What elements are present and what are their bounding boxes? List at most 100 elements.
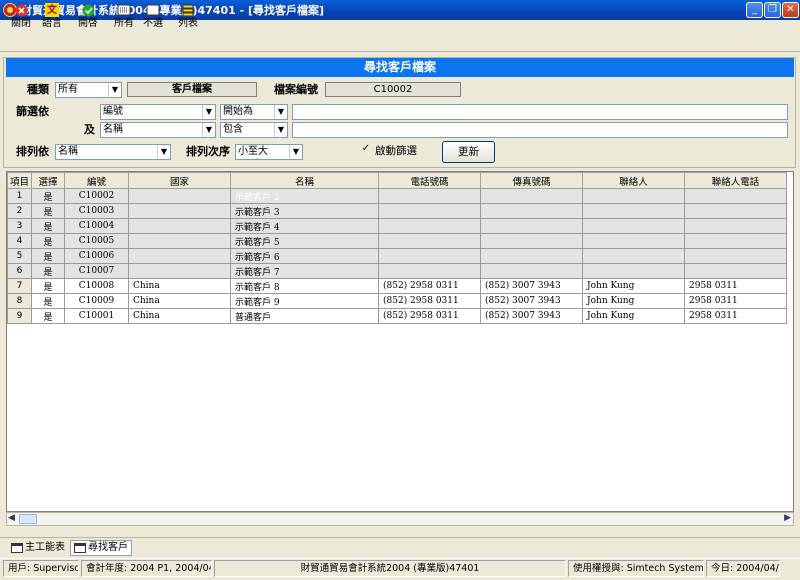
table-cell[interactable]: 2958 0311 — [684, 293, 787, 309]
table-cell[interactable] — [480, 248, 583, 264]
table-cell[interactable]: 示範客戶 4 — [230, 218, 379, 234]
scroll-left-icon[interactable]: ◀ — [8, 513, 15, 523]
table-cell[interactable]: John Kung — [582, 278, 685, 294]
table-cell[interactable]: 是 — [31, 188, 65, 204]
language-button[interactable]: 文 語言 — [39, 3, 65, 31]
table-cell[interactable] — [684, 188, 787, 204]
table-cell[interactable]: 是 — [31, 308, 65, 324]
horizontal-scrollbar[interactable]: ◀ ▶ — [6, 512, 794, 526]
close-window-button[interactable]: ✕ — [782, 2, 799, 18]
order-select[interactable]: 小至大 ▼ — [235, 144, 303, 160]
auto-filter-checkbox[interactable]: ✓ — [360, 143, 372, 155]
column-header[interactable]: 聯絡人 — [582, 172, 685, 189]
table-cell[interactable] — [480, 233, 583, 249]
table-cell[interactable] — [128, 218, 231, 234]
table-row[interactable]: 8 是 C10009 China 示範客戶 9 (852) 2958 0311 (852) … — [7, 293, 787, 309]
table-cell[interactable]: 是 — [31, 233, 65, 249]
table-cell[interactable]: C10002 — [64, 188, 129, 204]
table-row[interactable]: 5 是 C10006 示範客戶 6 — [7, 248, 787, 264]
table-row[interactable]: 2 是 C10003 示範客戶 3 — [7, 203, 787, 219]
table-cell[interactable] — [480, 203, 583, 219]
table-cell[interactable]: John Kung — [582, 293, 685, 309]
table-cell[interactable]: 示範客戶 8 — [230, 278, 379, 294]
table-cell[interactable] — [582, 203, 685, 219]
table-cell[interactable]: 示範客戶 6 — [230, 248, 379, 264]
filter1-field-select[interactable]: 編號 ▼ — [100, 104, 216, 120]
table-cell[interactable]: 普通客戶 — [230, 308, 379, 324]
tab-find-customer[interactable]: 尋找客戶 — [70, 540, 132, 556]
column-header[interactable]: 編號 — [64, 172, 129, 189]
filter2-field-select[interactable]: 名稱 ▼ — [100, 122, 216, 138]
table-cell[interactable]: (852) 2958 0311 — [378, 308, 481, 324]
scroll-right-icon[interactable]: ▶ — [784, 513, 791, 523]
table-cell[interactable]: (852) 2958 0311 — [378, 278, 481, 294]
table-cell[interactable] — [378, 233, 481, 249]
table-cell[interactable]: C10006 — [64, 248, 129, 264]
table-row[interactable]: 4 是 C10005 示範客戶 5 — [7, 233, 787, 249]
table-cell[interactable] — [480, 263, 583, 279]
table-cell[interactable]: (852) 3007 3943 — [480, 308, 583, 324]
table-cell[interactable]: (852) 2958 0311 — [378, 293, 481, 309]
table-cell[interactable]: China — [128, 308, 231, 324]
table-cell[interactable] — [378, 263, 481, 279]
refresh-button[interactable]: 更新 — [442, 141, 495, 163]
table-cell[interactable] — [480, 188, 583, 204]
table-cell[interactable] — [480, 218, 583, 234]
table-cell[interactable] — [128, 233, 231, 249]
sort-field-select[interactable]: 名稱 ▼ — [55, 144, 171, 160]
table-cell[interactable]: 是 — [31, 263, 65, 279]
table-cell[interactable] — [128, 203, 231, 219]
table-cell[interactable]: 是 — [31, 293, 65, 309]
table-cell[interactable] — [378, 248, 481, 264]
scroll-thumb[interactable] — [19, 514, 37, 524]
table-cell[interactable]: C10007 — [64, 263, 129, 279]
table-cell[interactable] — [582, 263, 685, 279]
table-cell[interactable]: C10004 — [64, 218, 129, 234]
table-cell[interactable]: 示範客戶 5 — [230, 233, 379, 249]
table-cell[interactable] — [582, 248, 685, 264]
filter1-operator-select[interactable]: 開始為 ▼ — [220, 104, 288, 120]
table-cell[interactable] — [684, 263, 787, 279]
table-cell[interactable] — [582, 188, 685, 204]
table-cell[interactable]: 是 — [31, 248, 65, 264]
table-cell[interactable] — [378, 218, 481, 234]
table-cell[interactable]: China — [128, 293, 231, 309]
table-cell[interactable]: 是 — [31, 278, 65, 294]
filter2-value-input[interactable] — [292, 122, 788, 138]
table-cell[interactable] — [128, 263, 231, 279]
table-cell[interactable]: C10003 — [64, 203, 129, 219]
close-button[interactable]: 關閉 — [8, 3, 34, 31]
list-button[interactable]: 列表 — [175, 3, 201, 31]
column-header[interactable]: 選擇 — [31, 172, 65, 189]
table-cell[interactable] — [582, 233, 685, 249]
restore-button[interactable]: ❐ — [764, 2, 781, 18]
table-cell[interactable]: 示範客戶 2 — [230, 188, 379, 204]
minimize-button[interactable]: _ — [746, 2, 763, 18]
filter2-operator-select[interactable]: 包含 ▼ — [220, 122, 288, 138]
table-cell[interactable]: 2958 0311 — [684, 308, 787, 324]
table-cell[interactable]: 示範客戶 7 — [230, 263, 379, 279]
column-header[interactable]: 傳真號碼 — [480, 172, 583, 189]
column-header[interactable]: 名稱 — [230, 172, 379, 189]
table-cell[interactable] — [128, 248, 231, 264]
table-row[interactable]: 6 是 C10007 示範客戶 7 — [7, 263, 787, 279]
table-cell[interactable]: (852) 3007 3943 — [480, 278, 583, 294]
table-cell[interactable] — [684, 233, 787, 249]
table-row[interactable]: 3 是 C10004 示範客戶 4 — [7, 218, 787, 234]
customer-grid[interactable]: 項目 選擇 編號 國家 名稱 電話號碼 傳真號碼 聯絡人 聯絡人電話 1 是 C10002 示範客戶 … — [6, 171, 794, 512]
table-cell[interactable]: C10005 — [64, 233, 129, 249]
table-cell[interactable]: C10009 — [64, 293, 129, 309]
table-cell[interactable]: 示範客戶 9 — [230, 293, 379, 309]
table-cell[interactable]: C10008 — [64, 278, 129, 294]
table-cell[interactable] — [128, 188, 231, 204]
table-cell[interactable]: C10001 — [64, 308, 129, 324]
deselect-button[interactable]: 不選 — [140, 3, 166, 31]
table-cell[interactable]: 2958 0311 — [684, 278, 787, 294]
table-row[interactable]: 1 是 C10002 示範客戶 2 — [7, 188, 787, 204]
table-cell[interactable]: 是 — [31, 218, 65, 234]
filter1-value-input[interactable] — [292, 104, 788, 120]
table-row[interactable]: 9 是 C10001 China 普通客戶 (852) 2958 0311 (852) 30… — [7, 308, 787, 324]
open-button[interactable]: 開啓 — [75, 3, 101, 31]
table-cell[interactable] — [684, 218, 787, 234]
table-cell[interactable]: John Kung — [582, 308, 685, 324]
